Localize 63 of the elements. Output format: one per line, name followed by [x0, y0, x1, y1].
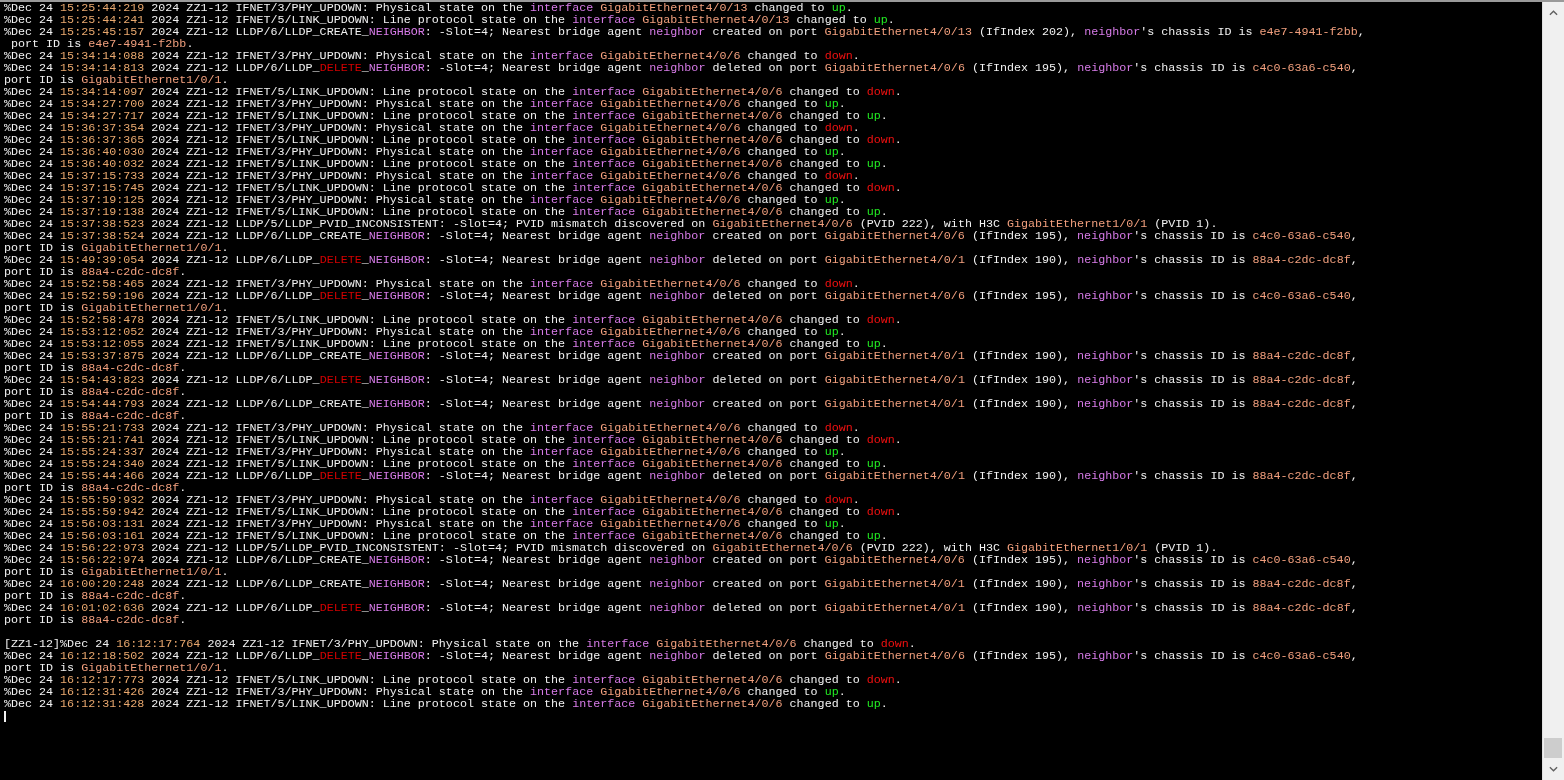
log-line: port ID is 88a4-c2dc-dc8f.: [4, 590, 187, 602]
log-line: port ID is 88a4-c2dc-dc8f.: [4, 362, 187, 374]
log-line: %Dec 24 15:54:43:823 2024 ZZ1-12 LLDP/6/LLDP_DELETE_NEIGHBOR: -Slot=4; Nearest bridge agent neighbor deleted on port GigabitEthernet4/0/1 (IfIndex 190), neighbor's chassis ID is 88a4-c2dc-dc8f,: [4, 374, 1358, 386]
log-line: %Dec 24 15:37:15:733 2024 ZZ1-12 IFNET/3/PHY_UPDOWN: Physical state on the interface GigabitEthernet4/0/6 changed to down.: [4, 170, 860, 182]
log-line: %Dec 24 15:54:44:793 2024 ZZ1-12 LLDP/6/LLDP_CREATE_NEIGHBOR: -Slot=4; Nearest bridge agent neighbor created on port GigabitEthernet4/0/1 (IfIndex 190), neighbor's chassis ID is 88a4-c2dc-dc8f,: [4, 398, 1358, 410]
log-line: %Dec 24 15:53:12:055 2024 ZZ1-12 IFNET/5/LINK_UPDOWN: Line protocol state on the interface GigabitEthernet4/0/6 changed to up.: [4, 338, 888, 350]
log-line: %Dec 24 16:12:18:502 2024 ZZ1-12 LLDP/6/LLDP_DELETE_NEIGHBOR: -Slot=4; Nearest bridge agent neighbor deleted on port GigabitEthernet4/0/6 (IfIndex 195), neighbor's chassis ID is c4c0-63a6-c540,: [4, 650, 1358, 662]
log-line: %Dec 24 16:12:31:428 2024 ZZ1-12 IFNET/5/LINK_UPDOWN: Line protocol state on the interface GigabitEthernet4/0/6 changed to up.: [4, 698, 888, 710]
log-line: %Dec 24 16:00:20:248 2024 ZZ1-12 LLDP/6/LLDP_CREATE_NEIGHBOR: -Slot=4; Nearest bridge agent neighbor created on port GigabitEthernet4/0/1 (IfIndex 190), neighbor's chassis ID is 88a4-c2dc-dc8f,: [4, 578, 1358, 590]
log-line: port ID is GigabitEthernet1/0/1.: [4, 242, 229, 254]
log-line: port ID is 88a4-c2dc-dc8f.: [4, 614, 187, 626]
log-line: port ID is GigabitEthernet1/0/1.: [4, 662, 229, 674]
log-line: %Dec 24 15:36:40:032 2024 ZZ1-12 IFNET/5/LINK_UPDOWN: Line protocol state on the interface GigabitEthernet4/0/6 changed to up.: [4, 158, 888, 170]
log-line: %Dec 24 15:56:03:161 2024 ZZ1-12 IFNET/5/LINK_UPDOWN: Line protocol state on the interface GigabitEthernet4/0/6 changed to up.: [4, 530, 888, 542]
log-line: %Dec 24 15:55:44:466 2024 ZZ1-12 LLDP/6/LLDP_DELETE_NEIGHBOR: -Slot=4; Nearest bridge agent neighbor deleted on port GigabitEthernet4/0/1 (IfIndex 190), neighbor's chassis ID is 88a4-c2dc-dc8f,: [4, 470, 1358, 482]
log-line: %Dec 24 15:53:12:052 2024 ZZ1-12 IFNET/3/PHY_UPDOWN: Physical state on the interface GigabitEthernet4/0/6 changed to up.: [4, 326, 846, 338]
log-line: %Dec 24 15:52:59:196 2024 ZZ1-12 LLDP/6/LLDP_DELETE_NEIGHBOR: -Slot=4; Nearest bridge agent neighbor deleted on port GigabitEthernet4/0/6 (IfIndex 195), neighbor's chassis ID is c4c0-63a6-c540,: [4, 290, 1358, 302]
log-line: %Dec 24 15:55:59:932 2024 ZZ1-12 IFNET/3/PHY_UPDOWN: Physical state on the interface GigabitEthernet4/0/6 changed to down.: [4, 494, 860, 506]
log-line: %Dec 24 16:12:17:773 2024 ZZ1-12 IFNET/5/LINK_UPDOWN: Line protocol state on the interface GigabitEthernet4/0/6 changed to down.: [4, 674, 902, 686]
log-line: %Dec 24 15:34:27:717 2024 ZZ1-12 IFNET/5/LINK_UPDOWN: Line protocol state on the interface GigabitEthernet4/0/6 changed to up.: [4, 110, 888, 122]
log-line: %Dec 24 15:25:45:157 2024 ZZ1-12 LLDP/6/LLDP_CREATE_NEIGHBOR: -Slot=4; Nearest bridge agent neighbor created on port GigabitEthernet4/0/13 (IfIndex 202), neighbor's chassis ID is e4e7-4941-f2bb,: [4, 26, 1365, 38]
log-line: %Dec 24 15:36:37:354 2024 ZZ1-12 IFNET/3/PHY_UPDOWN: Physical state on the interface GigabitEthernet4/0/6 changed to down.: [4, 122, 860, 134]
log-line: port ID is 88a4-c2dc-dc8f.: [4, 386, 187, 398]
log-line: port ID is 88a4-c2dc-dc8f.: [4, 410, 187, 422]
log-line: port ID is 88a4-c2dc-dc8f.: [4, 482, 187, 494]
log-line: port ID is GigabitEthernet1/0/1.: [4, 566, 229, 578]
log-line: %Dec 24 16:12:31:426 2024 ZZ1-12 IFNET/3/PHY_UPDOWN: Physical state on the interface GigabitEthernet4/0/6 changed to up.: [4, 686, 846, 698]
scroll-up-icon[interactable]: [1549, 10, 1558, 16]
log-line: %Dec 24 15:25:44:241 2024 ZZ1-12 IFNET/5/LINK_UPDOWN: Line protocol state on the interface GigabitEthernet4/0/13 changed to up.: [4, 14, 895, 26]
log-line: %Dec 24 15:37:38:524 2024 ZZ1-12 LLDP/6/LLDP_CREATE_NEIGHBOR: -Slot=4; Nearest bridge agent neighbor created on port GigabitEthernet4/0/6 (IfIndex 195), neighbor's chassis ID is c4c0-63a6-c540,: [4, 230, 1358, 242]
log-line: %Dec 24 15:56:22:974 2024 ZZ1-12 LLDP/6/LLDP_CREATE_NEIGHBOR: -Slot=4; Nearest bridge agent neighbor created on port GigabitEthernet4/0/6 (IfIndex 195), neighbor's chassis ID is c4c0-63a6-c540,: [4, 554, 1358, 566]
log-line: %Dec 24 15:37:15:745 2024 ZZ1-12 IFNET/5/LINK_UPDOWN: Line protocol state on the interface GigabitEthernet4/0/6 changed to down.: [4, 182, 902, 194]
log-line: %Dec 24 15:37:38:523 2024 ZZ1-12 LLDP/5/LLDP_PVID_INCONSISTENT: -Slot=4; PVID mismatch discovered on GigabitEthernet4/0/6 (PVID 222), with H3C GigabitEthernet1/0/1 (PVID 1).: [4, 218, 1218, 230]
log-line: %Dec 24 15:36:40:030 2024 ZZ1-12 IFNET/3/PHY_UPDOWN: Physical state on the interface GigabitEthernet4/0/6 changed to up.: [4, 146, 846, 158]
log-line: %Dec 24 15:52:58:478 2024 ZZ1-12 IFNET/5/LINK_UPDOWN: Line protocol state on the interface GigabitEthernet4/0/6 changed to down.: [4, 314, 902, 326]
log-line: %Dec 24 15:34:14:097 2024 ZZ1-12 IFNET/5/LINK_UPDOWN: Line protocol state on the interface GigabitEthernet4/0/6 changed to down.: [4, 86, 902, 98]
log-line: port ID is GigabitEthernet1/0/1.: [4, 302, 229, 314]
log-line: %Dec 24 15:34:27:700 2024 ZZ1-12 IFNET/3/PHY_UPDOWN: Physical state on the interface GigabitEthernet4/0/6 changed to up.: [4, 98, 846, 110]
log-line: port ID is GigabitEthernet1/0/1.: [4, 74, 229, 86]
log-line: %Dec 24 16:01:02:636 2024 ZZ1-12 LLDP/6/LLDP_DELETE_NEIGHBOR: -Slot=4; Nearest bridge agent neighbor deleted on port GigabitEthernet4/0/1 (IfIndex 190), neighbor's chassis ID is 88a4-c2dc-dc8f,: [4, 602, 1358, 614]
log-line: %Dec 24 15:37:19:125 2024 ZZ1-12 IFNET/3/PHY_UPDOWN: Physical state on the interface GigabitEthernet4/0/6 changed to up.: [4, 194, 846, 206]
log-line: %Dec 24 15:55:59:942 2024 ZZ1-12 IFNET/5/LINK_UPDOWN: Line protocol state on the interface GigabitEthernet4/0/6 changed to down.: [4, 506, 902, 518]
log-line: %Dec 24 15:55:21:733 2024 ZZ1-12 IFNET/3/PHY_UPDOWN: Physical state on the interface GigabitEthernet4/0/6 changed to down.: [4, 422, 860, 434]
log-line: [ZZ1-12]%Dec 24 16:12:17:764 2024 ZZ1-12 IFNET/3/PHY_UPDOWN: Physical state on the interface GigabitEthernet4/0/6 changed to down.: [4, 636, 916, 650]
log-line: %Dec 24 15:53:37:875 2024 ZZ1-12 LLDP/6/LLDP_CREATE_NEIGHBOR: -Slot=4; Nearest bridge agent neighbor created on port GigabitEthernet4/0/1 (IfIndex 190), neighbor's chassis ID is 88a4-c2dc-dc8f,: [4, 350, 1358, 362]
log-line: port ID is 88a4-c2dc-dc8f.: [4, 266, 187, 278]
log-line: %Dec 24 15:55:21:741 2024 ZZ1-12 IFNET/5/LINK_UPDOWN: Line protocol state on the interface GigabitEthernet4/0/6 changed to down.: [4, 434, 902, 446]
log-line: %Dec 24 15:56:03:131 2024 ZZ1-12 IFNET/3/PHY_UPDOWN: Physical state on the interface GigabitEthernet4/0/6 changed to up.: [4, 518, 846, 530]
log-line: %Dec 24 15:25:44:219 2024 ZZ1-12 IFNET/3/PHY_UPDOWN: Physical state on the interface GigabitEthernet4/0/13 changed to up.: [4, 2, 853, 14]
log-line: port ID is e4e7-4941-f2bb.: [10, 38, 194, 50]
log-line: %Dec 24 15:55:24:337 2024 ZZ1-12 IFNET/3/PHY_UPDOWN: Physical state on the interface GigabitEthernet4/0/6 changed to up.: [4, 446, 846, 458]
scroll-down-icon[interactable]: [1549, 766, 1558, 772]
log-line: %Dec 24 15:49:39:054 2024 ZZ1-12 LLDP/6/LLDP_DELETE_NEIGHBOR: -Slot=4; Nearest bridge agent neighbor deleted on port GigabitEthernet4/0/1 (IfIndex 190), neighbor's chassis ID is 88a4-c2dc-dc8f,: [4, 254, 1358, 266]
log-line: %Dec 24 15:36:37:365 2024 ZZ1-12 IFNET/5/LINK_UPDOWN: Line protocol state on the interface GigabitEthernet4/0/6 changed to down.: [4, 134, 902, 146]
text-cursor: [4, 711, 6, 722]
log-line: %Dec 24 15:52:58:465 2024 ZZ1-12 IFNET/3/PHY_UPDOWN: Physical state on the interface GigabitEthernet4/0/6 changed to down.: [4, 278, 860, 290]
log-line: %Dec 24 15:37:19:138 2024 ZZ1-12 IFNET/5/LINK_UPDOWN: Line protocol state on the interface GigabitEthernet4/0/6 changed to up.: [4, 206, 888, 218]
log-line: %Dec 24 15:34:14:813 2024 ZZ1-12 LLDP/6/LLDP_DELETE_NEIGHBOR: -Slot=4; Nearest bridge agent neighbor deleted on port GigabitEthernet4/0/6 (IfIndex 195), neighbor's chassis ID is c4c0-63a6-c540,: [4, 62, 1358, 74]
log-line: %Dec 24 15:56:22:973 2024 ZZ1-12 LLDP/5/LLDP_PVID_INCONSISTENT: -Slot=4; PVID mismatch discovered on GigabitEthernet4/0/6 (PVID 222), with H3C GigabitEthernet1/0/1 (PVID 1).: [4, 542, 1218, 554]
log-line: %Dec 24 15:34:14:088 2024 ZZ1-12 IFNET/3/PHY_UPDOWN: Physical state on the interface GigabitEthernet4/0/6 changed to down.: [4, 50, 860, 62]
scrollbar[interactable]: [1542, 2, 1564, 780]
scroll-thumb[interactable]: [1544, 738, 1562, 758]
log-line: %Dec 24 15:55:24:340 2024 ZZ1-12 IFNET/5/LINK_UPDOWN: Line protocol state on the interface GigabitEthernet4/0/6 changed to up.: [4, 458, 888, 470]
